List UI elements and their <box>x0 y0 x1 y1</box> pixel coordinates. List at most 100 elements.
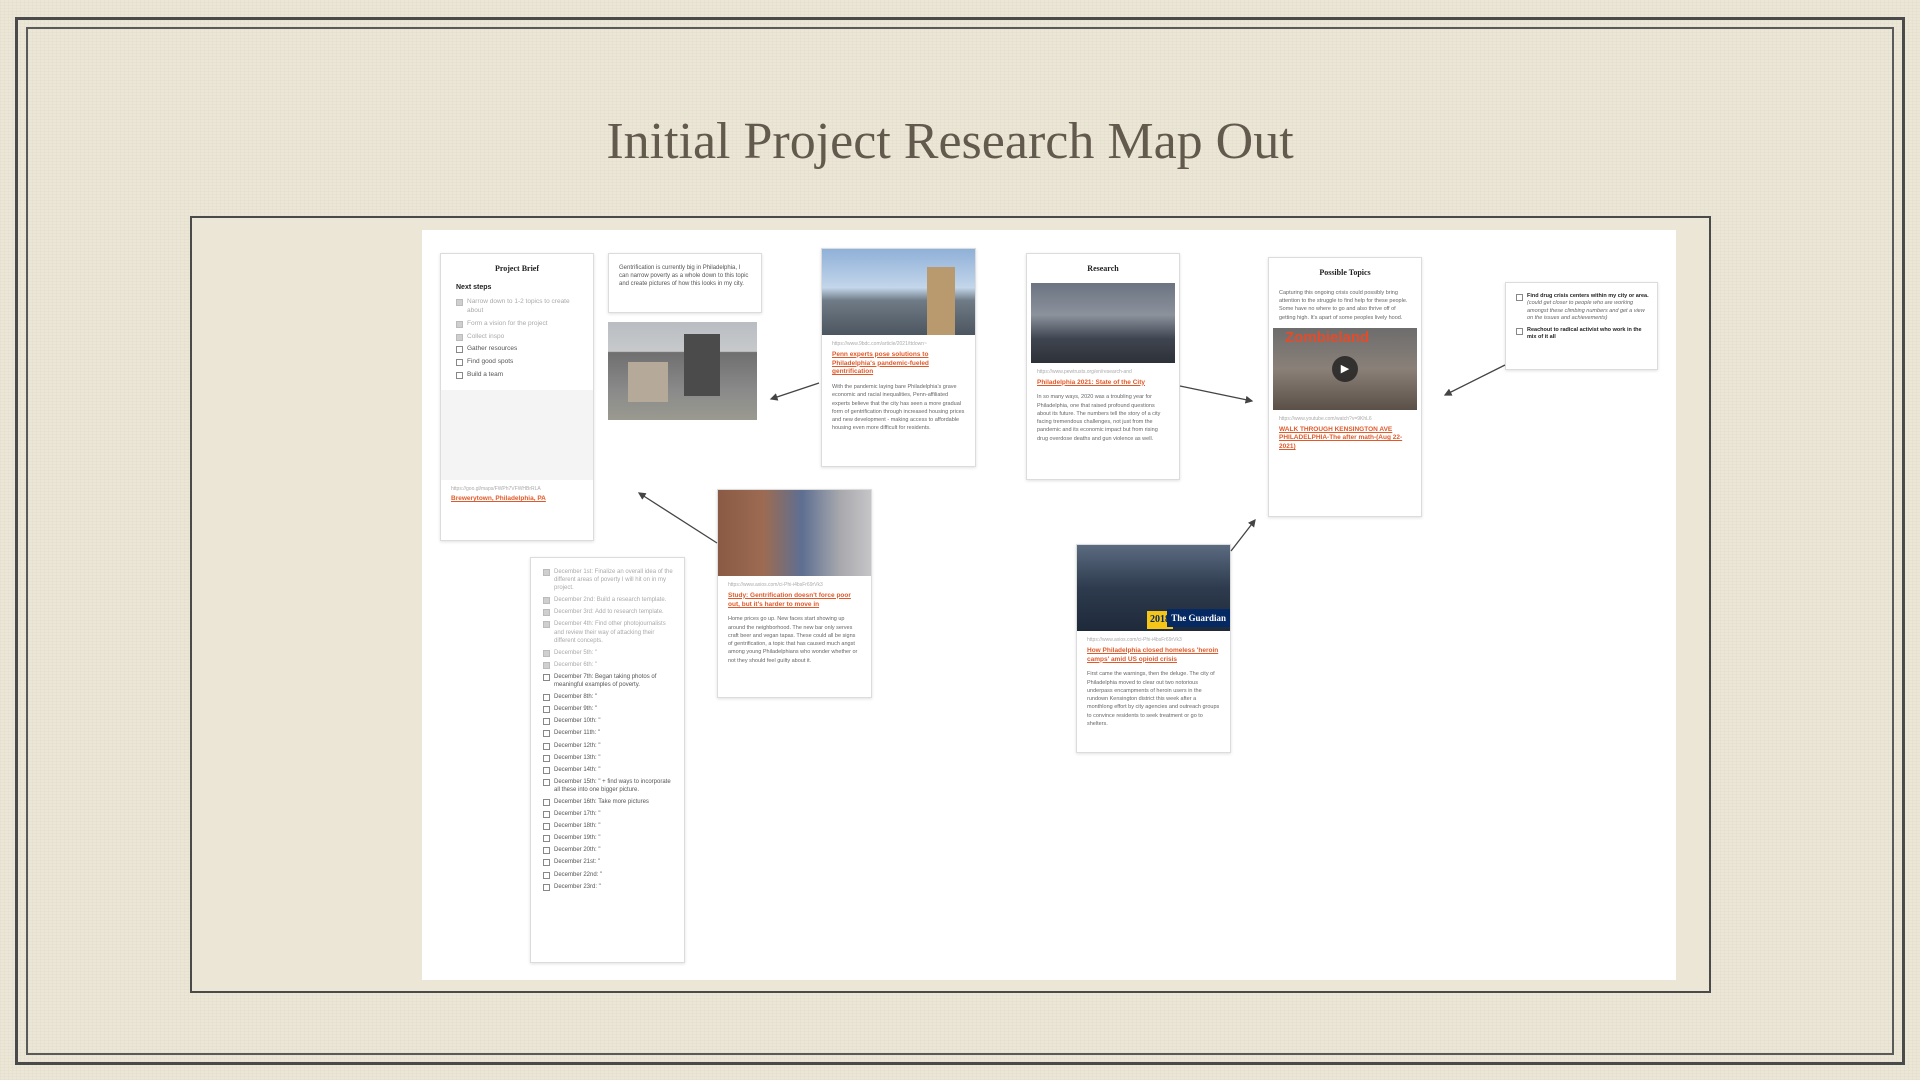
checkbox[interactable] <box>1516 327 1523 335</box>
checkbox[interactable] <box>543 871 550 879</box>
checkbox[interactable] <box>543 730 550 738</box>
checklist-item[interactable]: December 16th: Take more pictures <box>543 798 676 806</box>
checkbox[interactable] <box>456 359 463 367</box>
checkbox[interactable] <box>543 811 550 819</box>
checklist-item[interactable]: Build a team <box>456 371 585 380</box>
checkbox[interactable] <box>543 883 550 891</box>
checklist-item[interactable]: December 13th: " <box>543 754 676 762</box>
todo-card[interactable]: Find drug crisis centers within my city … <box>1505 282 1658 370</box>
checkbox[interactable] <box>456 299 463 307</box>
study-article-card[interactable]: https://www.axios.com/ci-Phi-i4bsFr69rVk… <box>717 489 872 698</box>
checklist-item-label: December 22nd: " <box>554 871 603 878</box>
checkbox[interactable] <box>543 621 550 629</box>
checkbox[interactable] <box>456 371 463 379</box>
video-link[interactable]: WALK THROUGH KENSINGTON AVE PHILADELPHIA… <box>1279 426 1411 452</box>
checkbox[interactable] <box>1516 294 1523 301</box>
checklist-item[interactable]: Gather resources <box>456 345 585 354</box>
checklist-item-label: December 18th: " <box>554 823 601 830</box>
guardian-link[interactable]: How Philadelphia closed homeless 'heroin… <box>1087 647 1220 665</box>
checklist-item[interactable]: December 23rd: " <box>543 883 676 891</box>
checklist-item[interactable]: Narrow down to 1-2 topics to create abou… <box>456 298 585 316</box>
study-link[interactable]: Study: Gentrification doesn't force poor… <box>728 592 861 610</box>
checkbox[interactable] <box>543 609 550 617</box>
checklist-item[interactable]: December 8th: " <box>543 693 676 702</box>
checkbox[interactable] <box>543 859 550 867</box>
checkbox[interactable] <box>456 346 463 354</box>
checkbox[interactable] <box>543 778 550 786</box>
checkbox[interactable] <box>543 798 550 806</box>
checklist-item[interactable]: December 22nd: " <box>543 871 676 879</box>
checkbox[interactable] <box>543 754 550 762</box>
checklist-item-label: December 23rd: " <box>554 883 601 890</box>
checklist-item-label: Collect inspo <box>467 332 505 340</box>
checkbox[interactable] <box>543 694 550 702</box>
checklist-item[interactable]: December 1st: Finalize an overall idea o… <box>543 568 676 592</box>
research-url: https://www.pewtrusts.org/en/research-an… <box>1037 368 1132 375</box>
street-photo <box>1031 282 1175 363</box>
december-checklist-card[interactable]: December 1st: Finalize an overall idea o… <box>530 557 685 963</box>
rowhome-street-photo <box>718 490 871 576</box>
checklist-item[interactable]: December 15th: " + find ways to incorpor… <box>543 778 676 794</box>
checkbox[interactable] <box>543 742 550 750</box>
research-link[interactable]: Philadelphia 2021: State of the City <box>1037 379 1169 388</box>
checklist-item[interactable]: December 14th: " <box>543 766 676 774</box>
checkbox[interactable] <box>543 569 550 576</box>
map-link[interactable]: Brewerytown, Philadelphia, PA <box>451 495 583 504</box>
checklist-item[interactable]: December 6th: " <box>543 661 676 669</box>
penn-link[interactable]: Penn experts pose solutions to Philadelp… <box>832 351 965 377</box>
research-card[interactable]: Research https://www.pewtrusts.org/en/re… <box>1026 253 1180 480</box>
possible-topics-card[interactable]: Possible Topics Capturing this ongoing c… <box>1268 257 1422 517</box>
checklist-item[interactable]: Form a vision for the project <box>456 320 585 329</box>
checklist-item-label: December 19th: " <box>554 835 601 842</box>
checklist-item[interactable]: December 11th: " <box>543 729 676 738</box>
checklist-item[interactable]: December 12th: " <box>543 742 676 750</box>
rowhouse-shape <box>684 334 720 396</box>
todo-item[interactable]: Reachout to radical activist who work in… <box>1516 327 1649 342</box>
checkbox[interactable] <box>543 766 550 774</box>
december-list: December 1st: Finalize an overall idea o… <box>531 568 684 891</box>
checklist-item[interactable]: December 18th: " <box>543 822 676 831</box>
checklist-item[interactable]: December 9th: " <box>543 705 676 714</box>
checklist-item[interactable]: December 21st: " <box>543 858 676 867</box>
project-brief-card[interactable]: Project Brief Next steps Narrow down to … <box>440 253 594 541</box>
checklist-item[interactable]: December 19th: " <box>543 834 676 843</box>
study-url: https://www.axios.com/ci-Phi-i4bsFr69rVk… <box>728 582 823 588</box>
checkbox[interactable] <box>543 673 550 681</box>
checkbox[interactable] <box>543 718 550 726</box>
checkbox[interactable] <box>543 649 550 657</box>
checkbox[interactable] <box>456 333 463 341</box>
checkbox[interactable] <box>543 823 550 831</box>
gentrification-note-text: Gentrification is currently big in Phila… <box>619 265 749 288</box>
checkbox[interactable] <box>543 706 550 714</box>
checklist-item[interactable]: December 10th: " <box>543 717 676 726</box>
checklist-item[interactable]: December 17th: " <box>543 810 676 819</box>
gentrification-note[interactable]: Gentrification is currently big in Phila… <box>608 253 762 313</box>
checklist-item[interactable]: December 5th: " <box>543 649 676 657</box>
checklist-item[interactable]: December 7th: Began taking photos of mea… <box>543 673 676 689</box>
video-thumbnail[interactable]: Zombieland ▶ <box>1273 327 1417 410</box>
checklist-item[interactable]: December 2nd: Build a research template. <box>543 596 676 605</box>
todo-item[interactable]: Find drug crisis centers within my city … <box>1516 293 1649 323</box>
checklist-item-label: December 3rd: Add to research template. <box>554 609 664 616</box>
checklist-item-label: December 9th: " <box>554 706 598 713</box>
checklist-item[interactable]: December 20th: " <box>543 846 676 855</box>
guardian-logo: The Guardian <box>1167 609 1230 628</box>
checkbox[interactable] <box>543 835 550 843</box>
checklist-item[interactable]: Find good spots <box>456 358 585 367</box>
checklist-item-label: December 1st: Finalize an overall idea o… <box>554 569 673 592</box>
checklist-item-label: December 15th: " + find ways to incorpor… <box>554 778 671 793</box>
rowhouse-photo[interactable] <box>608 322 757 420</box>
skyline-photo <box>822 249 975 335</box>
checkbox[interactable] <box>543 661 550 669</box>
checklist-item[interactable]: Collect inspo <box>456 333 585 342</box>
checkbox[interactable] <box>456 320 463 328</box>
checklist-item[interactable]: December 4th: Find other photojournalist… <box>543 620 676 644</box>
play-icon[interactable]: ▶ <box>1332 355 1358 382</box>
checkbox[interactable] <box>543 847 550 855</box>
guardian-article-card[interactable]: 2018 The Guardian https://www.axios.com/… <box>1076 544 1231 753</box>
checkbox[interactable] <box>543 597 550 605</box>
penn-article-card[interactable]: https://www.9bdc.com/article/2021/ttdown… <box>821 248 976 467</box>
possible-topics-heading: Possible Topics <box>1319 268 1371 277</box>
guardian-url: https://www.axios.com/ci-Phi-i4bsFr69rVk… <box>1087 637 1182 643</box>
checklist-item[interactable]: December 3rd: Add to research template. <box>543 608 676 617</box>
